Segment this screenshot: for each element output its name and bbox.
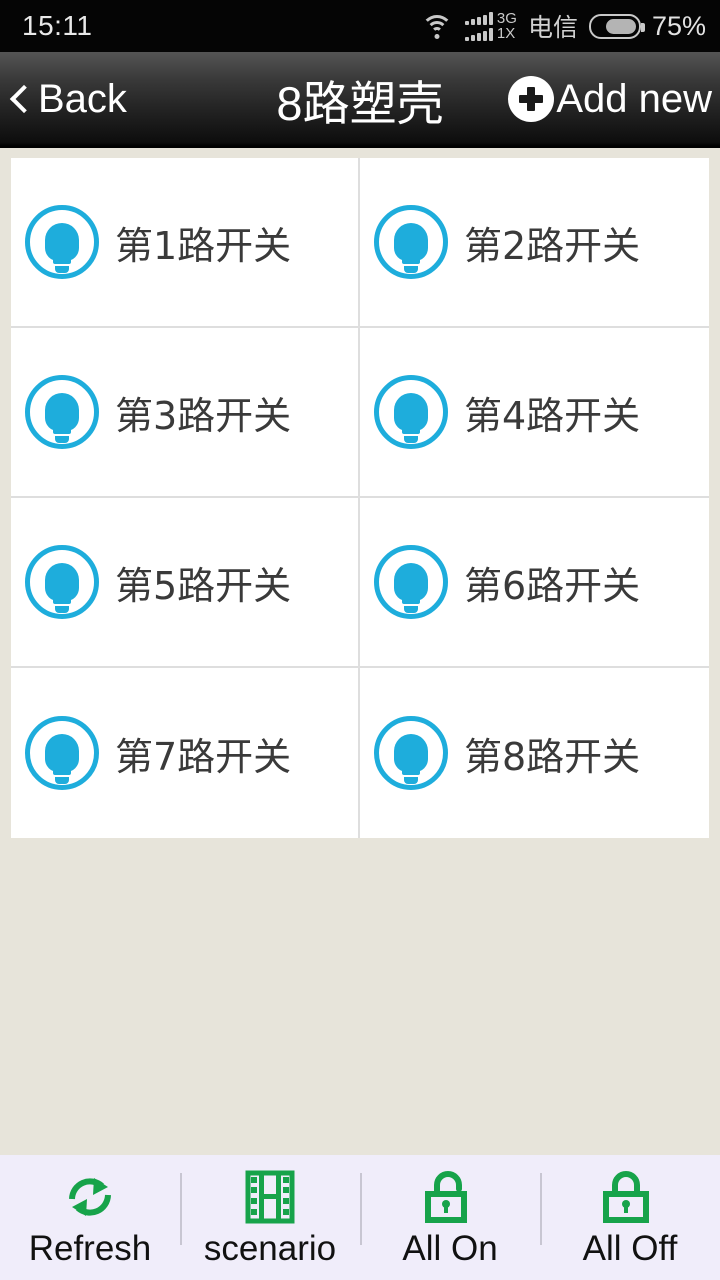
light-bulb-icon bbox=[25, 716, 99, 790]
add-new-button[interactable]: Add new bbox=[508, 52, 720, 146]
plus-circle-icon bbox=[508, 76, 555, 122]
toolbar-all-off-label: All Off bbox=[582, 1228, 678, 1268]
back-button[interactable]: Back bbox=[0, 52, 127, 146]
bottom-toolbar: Refresh scenario All On All Off bbox=[0, 1155, 720, 1280]
network-type-1x: 1X bbox=[496, 25, 516, 42]
status-bar: 15:11 3G 1X 电信 75% bbox=[0, 0, 720, 52]
unlocked-padlock-icon bbox=[419, 1167, 481, 1227]
switch-cell-7[interactable]: 第7路开关 bbox=[11, 668, 360, 838]
toolbar-all-on-label: All On bbox=[402, 1228, 498, 1268]
toolbar-all-off-button[interactable]: All Off bbox=[540, 1155, 720, 1280]
battery-icon bbox=[588, 13, 645, 39]
battery-percent: 75% bbox=[651, 10, 706, 41]
light-bulb-icon bbox=[374, 716, 448, 790]
film-strip-icon bbox=[239, 1167, 301, 1227]
locked-padlock-icon bbox=[599, 1167, 661, 1227]
network-type-3g: 3G bbox=[496, 10, 517, 27]
carrier-label: 电信 bbox=[527, 14, 578, 42]
switch-label: 第5路开关 bbox=[115, 563, 292, 608]
light-bulb-icon bbox=[374, 205, 448, 279]
page-title: 8路塑壳 bbox=[276, 76, 444, 130]
chevron-left-icon bbox=[9, 84, 39, 114]
light-bulb-icon bbox=[25, 545, 99, 619]
light-bulb-icon bbox=[374, 545, 448, 619]
light-bulb-icon bbox=[374, 375, 448, 449]
toolbar-scenario-label: scenario bbox=[203, 1228, 337, 1268]
switch-label: 第3路开关 bbox=[115, 393, 292, 438]
toolbar-refresh-button[interactable]: Refresh bbox=[0, 1155, 180, 1280]
wifi-icon bbox=[420, 13, 454, 39]
light-bulb-icon bbox=[25, 205, 99, 279]
toolbar-all-on-button[interactable]: All On bbox=[360, 1155, 540, 1280]
status-time: 15:11 bbox=[22, 10, 93, 41]
switch-label: 第2路开关 bbox=[464, 223, 641, 268]
switch-label: 第4路开关 bbox=[464, 393, 641, 438]
status-indicators: 3G 1X 电信 75% bbox=[420, 8, 706, 44]
switch-label: 第7路开关 bbox=[115, 734, 292, 779]
switch-cell-3[interactable]: 第3路开关 bbox=[11, 328, 360, 498]
switch-cell-2[interactable]: 第2路开关 bbox=[360, 158, 709, 328]
switch-grid: 第1路开关 第2路开关 第3路开关 第4路开关 第5路开关 第6路开关 第7路开… bbox=[11, 158, 709, 838]
switch-cell-5[interactable]: 第5路开关 bbox=[11, 498, 360, 668]
switch-cell-6[interactable]: 第6路开关 bbox=[360, 498, 709, 668]
switch-label: 第1路开关 bbox=[115, 223, 292, 268]
toolbar-refresh-label: Refresh bbox=[28, 1228, 152, 1268]
refresh-icon bbox=[59, 1167, 121, 1227]
switch-cell-4[interactable]: 第4路开关 bbox=[360, 328, 709, 498]
app-screen: 15:11 3G 1X 电信 75% Back 8路塑壳 Add new 第1路… bbox=[0, 0, 720, 1280]
toolbar-scenario-button[interactable]: scenario bbox=[180, 1155, 360, 1280]
switch-label: 第8路开关 bbox=[464, 734, 641, 779]
switch-cell-1[interactable]: 第1路开关 bbox=[11, 158, 360, 328]
back-button-label: Back bbox=[38, 76, 127, 121]
light-bulb-icon bbox=[25, 375, 99, 449]
navigation-bar: Back 8路塑壳 Add new bbox=[0, 52, 720, 148]
switch-label: 第6路开关 bbox=[464, 563, 641, 608]
add-new-button-label: Add new bbox=[556, 76, 712, 121]
cellular-signal-icon: 3G 1X bbox=[464, 10, 517, 42]
switch-cell-8[interactable]: 第8路开关 bbox=[360, 668, 709, 838]
